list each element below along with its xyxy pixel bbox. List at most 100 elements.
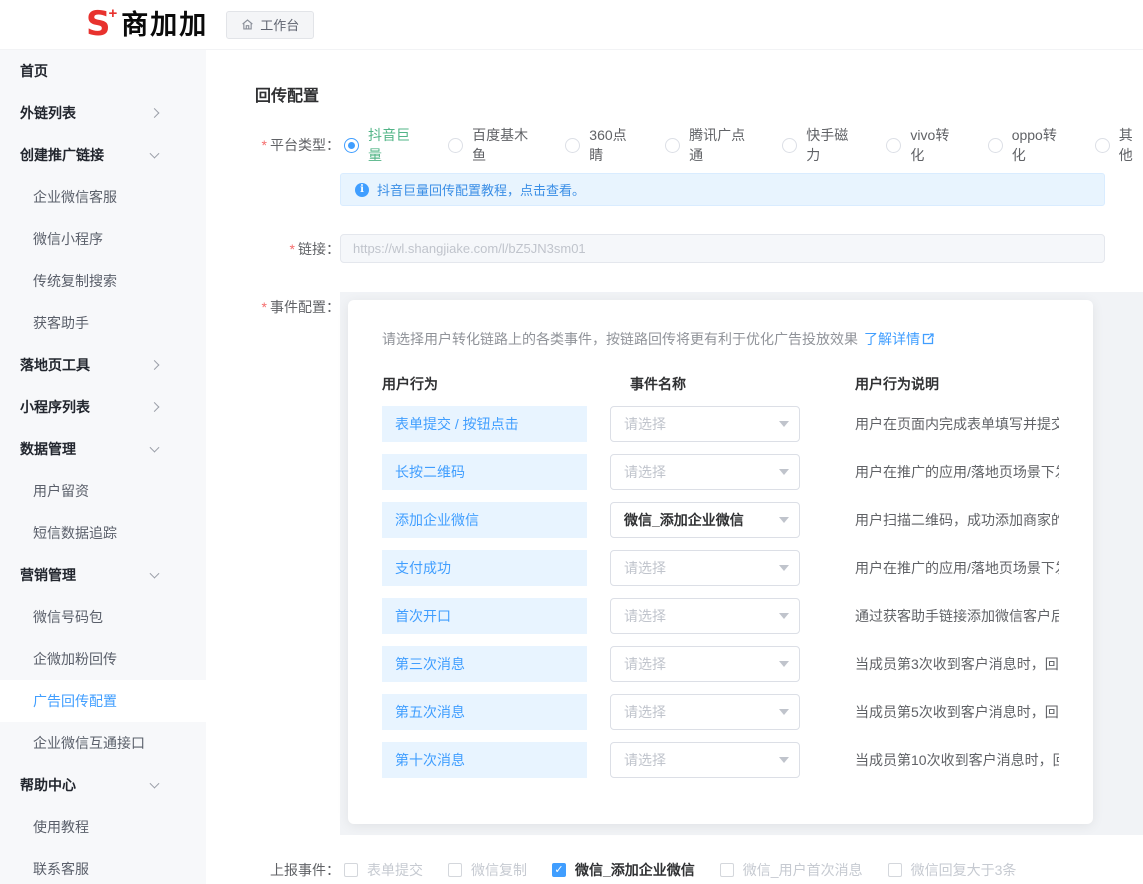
- chevron-down-icon: [779, 757, 789, 763]
- radio-circle-icon: [448, 138, 463, 153]
- link-input[interactable]: [340, 234, 1105, 263]
- sidebar-item-label: 联系客服: [33, 861, 89, 877]
- sidebar-item-20[interactable]: 联系客服: [0, 848, 206, 884]
- platform-radio-5[interactable]: 快手磁力: [782, 125, 856, 165]
- sidebar-item-label: 使用教程: [33, 819, 89, 835]
- sidebar-item-1[interactable]: 首页: [0, 50, 206, 92]
- select-value: 请选择: [624, 414, 666, 434]
- event-select-dropdown[interactable]: 请选择: [610, 550, 800, 586]
- sidebar-item-label: 传统复制搜索: [33, 273, 117, 289]
- logo-text: 商加加: [121, 7, 208, 43]
- sidebar-item-3[interactable]: 创建推广链接: [0, 134, 206, 176]
- page-title: 回传配置: [255, 82, 1143, 106]
- platform-radio-4[interactable]: 腾讯广点通: [665, 125, 752, 165]
- select-value: 请选择: [624, 750, 666, 770]
- platform-radio-1[interactable]: 抖音巨量: [344, 125, 418, 165]
- event-table-row: 第十次消息 请选择 当成员第10次收到客户消息时，回调此事...: [382, 742, 1059, 778]
- sidebar-item-2[interactable]: 外链列表: [0, 92, 206, 134]
- platform-radio-label: 其他: [1119, 125, 1143, 165]
- sidebar-item-12[interactable]: 短信数据追踪: [0, 512, 206, 554]
- platform-radio-6[interactable]: vivo转化: [886, 125, 957, 165]
- chevron-down-icon: [150, 443, 160, 453]
- external-link-icon: [922, 333, 934, 345]
- radio-circle-icon: [886, 138, 901, 153]
- user-action-cell[interactable]: 支付成功: [382, 550, 587, 586]
- radio-circle-icon: [344, 138, 359, 153]
- select-value: 请选择: [624, 606, 666, 626]
- sidebar-item-15[interactable]: 企微加粉回传: [0, 638, 206, 680]
- tutorial-banner: i 抖音巨量回传配置教程，点击查看。: [340, 173, 1105, 206]
- user-action-cell[interactable]: 首次开口: [382, 598, 587, 634]
- sidebar-item-13[interactable]: 营销管理: [0, 554, 206, 596]
- event-select-dropdown[interactable]: 请选择: [610, 742, 800, 778]
- chevron-down-icon: [779, 517, 789, 523]
- platform-radio-label: 快手磁力: [806, 125, 856, 165]
- event-select-dropdown[interactable]: 微信_添加企业微信: [610, 502, 800, 538]
- platform-radio-3[interactable]: 360点睛: [565, 125, 635, 165]
- event-table-row: 首次开口请选择通过获客助手链接添加微信客户后，当微...: [382, 598, 1059, 634]
- sidebar-item-label: 用户留资: [33, 483, 89, 499]
- chevron-down-icon: [779, 421, 789, 427]
- report-event-checkbox[interactable]: ✓微信_用户首次消息: [720, 860, 863, 880]
- sidebar-item-label: 外链列表: [20, 105, 76, 121]
- link-row: *链接：: [240, 234, 1143, 264]
- report-event-checkbox[interactable]: ✓微信复制: [448, 860, 527, 880]
- platform-radio-label: 抖音巨量: [368, 125, 418, 165]
- detail-link[interactable]: 了解详情: [864, 331, 920, 347]
- sidebar-item-18[interactable]: 帮助中心: [0, 764, 206, 806]
- event-select-dropdown[interactable]: 请选择: [610, 646, 800, 682]
- checkbox-icon: ✓: [888, 863, 902, 877]
- event-select-dropdown[interactable]: 请选择: [610, 406, 800, 442]
- action-description: 当成员第5次收到客户消息时，回调此事...: [855, 694, 1059, 730]
- sidebar-item-label: 数据管理: [20, 441, 76, 457]
- sidebar-item-label: 企业微信客服: [33, 189, 117, 205]
- platform-radio-2[interactable]: 百度基木鱼: [448, 125, 535, 165]
- sidebar-item-11[interactable]: 用户留资: [0, 470, 206, 512]
- user-action-cell[interactable]: 第十次消息: [382, 742, 587, 778]
- chevron-down-icon: [150, 779, 160, 789]
- user-action-cell[interactable]: 第三次消息: [382, 646, 587, 682]
- action-description: 当成员第10次收到客户消息时，回调此事...: [855, 742, 1059, 778]
- workspace-tab[interactable]: 工作台: [226, 11, 314, 39]
- sidebar-item-10[interactable]: 数据管理: [0, 428, 206, 470]
- platform-radio-8[interactable]: 其他: [1095, 125, 1143, 165]
- event-select-dropdown[interactable]: 请选择: [610, 598, 800, 634]
- sidebar-item-8[interactable]: 落地页工具: [0, 344, 206, 386]
- check-mark-icon: ✓: [554, 865, 563, 876]
- sidebar-item-9[interactable]: 小程序列表: [0, 386, 206, 428]
- sidebar-item-6[interactable]: 传统复制搜索: [0, 260, 206, 302]
- select-value: 请选择: [624, 462, 666, 482]
- sidebar-item-16-active[interactable]: 广告回传配置: [0, 680, 206, 722]
- report-events-label: 上报事件：: [240, 860, 340, 880]
- action-description: 用户在推广的应用/落地页场景下发生交...: [855, 550, 1059, 586]
- required-asterisk: *: [290, 241, 295, 257]
- radio-circle-icon: [565, 138, 580, 153]
- platform-radio-label: vivo转化: [910, 125, 957, 165]
- sidebar-item-19[interactable]: 使用教程: [0, 806, 206, 848]
- radio-circle-icon: [988, 138, 1003, 153]
- user-action-cell[interactable]: 第五次消息: [382, 694, 587, 730]
- sidebar-item-7[interactable]: 获客助手: [0, 302, 206, 344]
- platform-radio-7[interactable]: oppo转化: [988, 125, 1065, 165]
- user-action-cell[interactable]: 添加企业微信: [382, 502, 587, 538]
- report-event-checkbox[interactable]: ✓微信_添加企业微信: [552, 860, 695, 880]
- event-table-row: 添加企业微信微信_添加企业微信用户扫描二维码，成功添加商家的企业微信: [382, 502, 1059, 538]
- sidebar-item-label: 小程序列表: [20, 399, 90, 415]
- main-content: 回传配置 *平台类型： 抖音巨量百度基木鱼360点睛腾讯广点通快手磁力vivo转…: [206, 50, 1143, 884]
- tutorial-link[interactable]: 抖音巨量回传配置教程，点击查看。: [377, 180, 585, 199]
- sidebar-item-label: 短信数据追踪: [33, 525, 117, 541]
- event-select-dropdown[interactable]: 请选择: [610, 454, 800, 490]
- user-action-cell[interactable]: 表单提交 / 按钮点击: [382, 406, 587, 442]
- sidebar-item-17[interactable]: 企业微信互通接口: [0, 722, 206, 764]
- sidebar-item-14[interactable]: 微信号码包: [0, 596, 206, 638]
- workspace-tab-label: 工作台: [260, 15, 299, 34]
- sidebar-item-4[interactable]: 企业微信客服: [0, 176, 206, 218]
- event-select-dropdown[interactable]: 请选择: [610, 694, 800, 730]
- column-header-event: 事件名称: [610, 374, 800, 394]
- event-table-body: 表单提交 / 按钮点击请选择用户在页面内完成表单填写并提交长按二维码请选择用户在…: [382, 406, 1059, 778]
- radio-circle-icon: [782, 138, 797, 153]
- report-event-checkbox[interactable]: ✓表单提交: [344, 860, 423, 880]
- report-event-checkbox[interactable]: ✓微信回复大于3条: [888, 860, 1017, 880]
- user-action-cell[interactable]: 长按二维码: [382, 454, 587, 490]
- sidebar-item-5[interactable]: 微信小程序: [0, 218, 206, 260]
